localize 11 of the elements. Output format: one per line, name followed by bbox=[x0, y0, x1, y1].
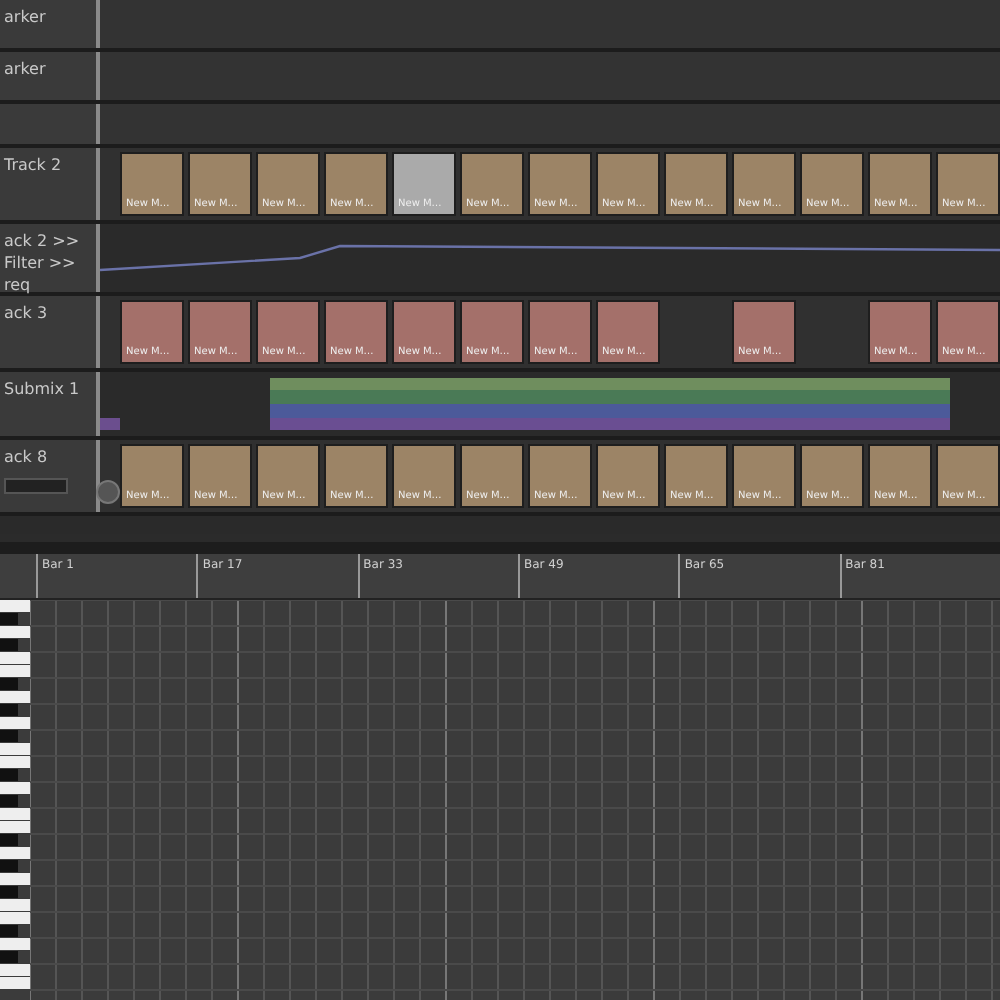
automation-label: ack 2 >> bbox=[4, 232, 82, 250]
track-name: Submix 1 bbox=[4, 380, 82, 398]
volume-field[interactable] bbox=[4, 478, 68, 494]
track-name: ack 3 bbox=[4, 304, 50, 322]
track-name: ack 8 bbox=[4, 448, 50, 466]
track-name: Track 2 bbox=[4, 156, 64, 174]
track-button[interactable] bbox=[96, 480, 120, 504]
automation-label: req bbox=[4, 276, 33, 294]
track-name: arker bbox=[4, 60, 48, 78]
automation-label: Filter >> bbox=[4, 254, 78, 272]
track-name: arker bbox=[4, 8, 48, 26]
